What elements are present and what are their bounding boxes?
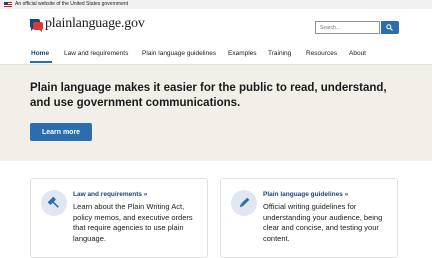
- card-description: Learn about the Plain Writing Act, polic…: [73, 202, 193, 243]
- search-icon: [386, 24, 393, 31]
- gavel-icon: [48, 197, 59, 208]
- search-form: [315, 21, 399, 34]
- card-law-and-requirements: Law and requirements » Learn about the P…: [30, 178, 208, 258]
- nav-active-indicator: [30, 61, 52, 63]
- card-title-link[interactable]: Law and requirements »: [73, 190, 147, 199]
- nav-item-training[interactable]: Training: [268, 49, 291, 58]
- site-name[interactable]: plainlanguage.gov: [45, 14, 145, 34]
- learn-more-button[interactable]: Learn more: [30, 123, 92, 141]
- hero-title: Plain language makes it easier for the p…: [30, 82, 387, 109]
- card-plain-language-guidelines: Plain language guidelines » Official wri…: [220, 178, 398, 258]
- search-input[interactable]: [315, 21, 380, 34]
- card-icon-circle: [231, 190, 257, 216]
- nav-item-law-and-requirements[interactable]: Law and requirements: [64, 49, 128, 58]
- nav-item-home[interactable]: Home: [31, 49, 49, 58]
- main-nav: Home Law and requirements Plain language…: [0, 45, 432, 65]
- hero-section: [0, 65, 432, 161]
- nav-item-resources[interactable]: Resources: [306, 49, 337, 58]
- speech-bubbles-logo-icon[interactable]: [28, 17, 44, 33]
- gov-banner-text: An official website of the United States…: [15, 1, 129, 7]
- us-flag-icon: [4, 2, 12, 7]
- search-button[interactable]: [381, 21, 399, 34]
- nav-item-examples[interactable]: Examples: [228, 49, 257, 58]
- card-icon-circle: [41, 190, 67, 216]
- card-description: Official writing guidelines for understa…: [263, 202, 383, 243]
- gov-banner: An official website of the United States…: [0, 0, 432, 9]
- nav-item-about[interactable]: About: [349, 49, 366, 58]
- nav-item-plain-language-guidelines[interactable]: Plain language guidelines: [142, 49, 216, 58]
- card-title-link[interactable]: Plain language guidelines »: [263, 190, 348, 199]
- pencil-icon: [239, 197, 250, 208]
